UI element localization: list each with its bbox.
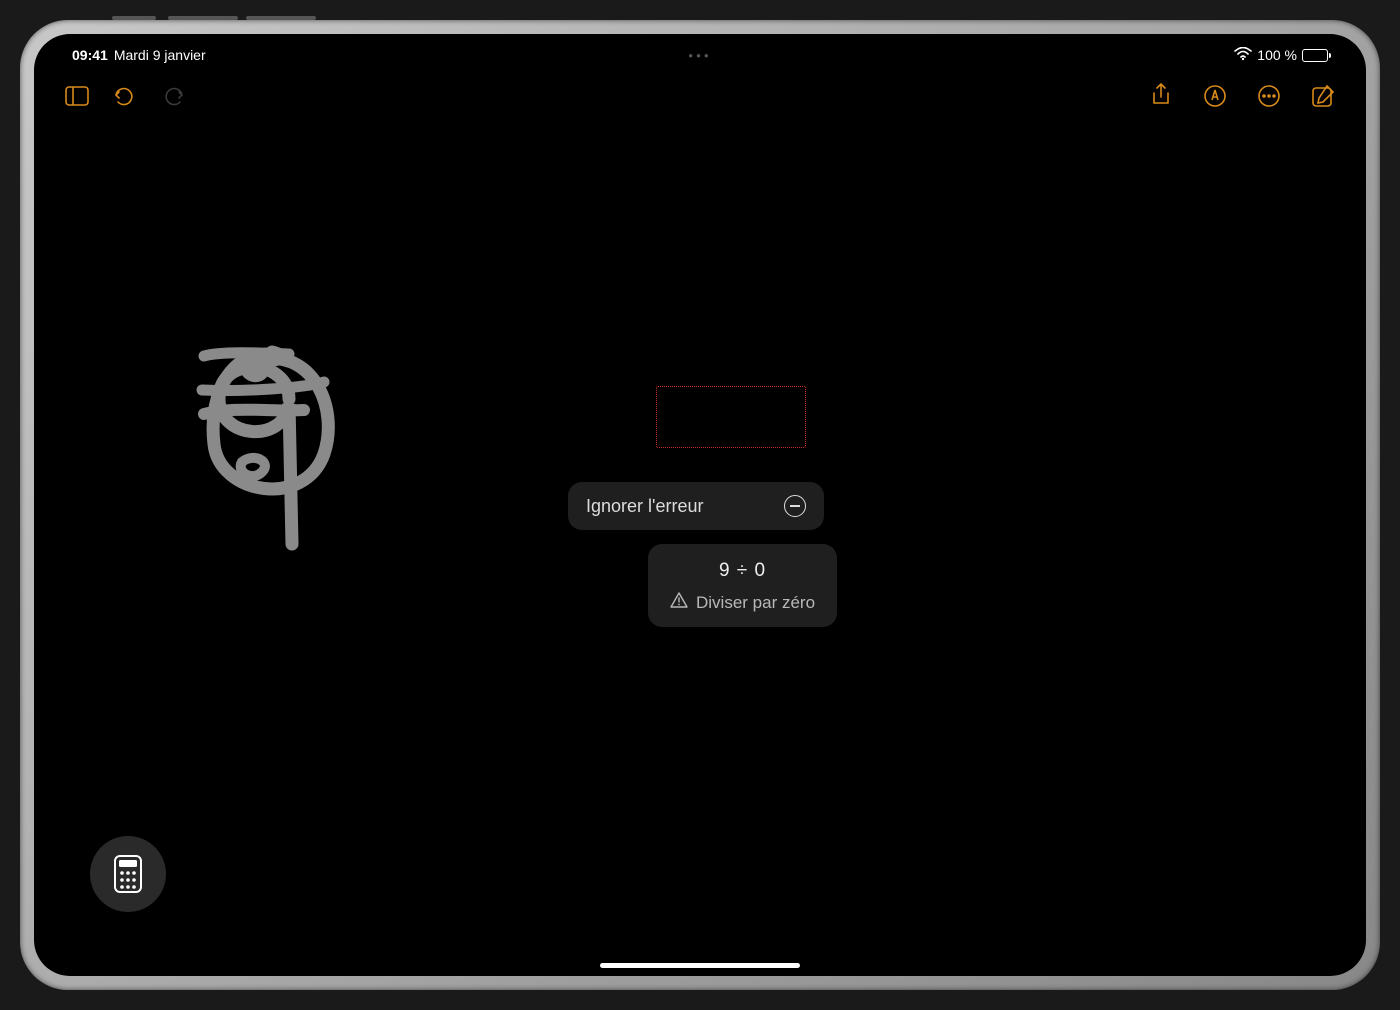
sidebar-toggle-icon[interactable]: [64, 83, 90, 109]
hw-power-button: [112, 16, 156, 20]
warning-icon: [670, 592, 688, 613]
more-icon[interactable]: [1256, 83, 1282, 109]
share-icon[interactable]: [1148, 83, 1174, 109]
undo-icon[interactable]: [112, 83, 138, 109]
dismiss-error-icon[interactable]: [784, 495, 806, 517]
wifi-icon: [1234, 47, 1252, 64]
calculator-icon: [114, 855, 142, 893]
compose-icon[interactable]: [1310, 83, 1336, 109]
status-time: 09:41: [72, 47, 108, 63]
toolbar: [34, 76, 1366, 116]
hw-volume-down: [246, 16, 316, 20]
calculator-button[interactable]: [90, 836, 166, 912]
error-expression: 9 ÷ 0: [719, 560, 766, 582]
screen: 09:41 Mardi 9 janvier ●●● 100 %: [34, 34, 1366, 976]
status-date: Mardi 9 janvier: [114, 47, 206, 63]
battery-percentage: 100 %: [1257, 47, 1297, 63]
note-canvas[interactable]: Ignorer l'erreur 9 ÷ 0 Diviser par zéro: [34, 124, 1366, 976]
home-indicator[interactable]: [600, 963, 800, 968]
ignore-error-label: Ignorer l'erreur: [586, 496, 703, 517]
battery-icon: [1302, 49, 1328, 62]
multitask-dots-icon[interactable]: ●●●: [688, 51, 712, 60]
ignore-error-popover[interactable]: Ignorer l'erreur: [568, 482, 824, 530]
markup-icon[interactable]: [1202, 83, 1228, 109]
error-highlight[interactable]: [656, 386, 806, 448]
error-message: Diviser par zéro: [696, 593, 815, 613]
status-right: 100 %: [1234, 47, 1328, 64]
hw-volume-up: [168, 16, 238, 20]
status-bar: 09:41 Mardi 9 janvier ●●● 100 %: [34, 44, 1366, 66]
error-detail-popover: 9 ÷ 0 Diviser par zéro: [648, 544, 837, 627]
redo-icon: [160, 83, 186, 109]
status-left: 09:41 Mardi 9 janvier: [72, 47, 206, 63]
ipad-frame: 09:41 Mardi 9 janvier ●●● 100 %: [20, 20, 1380, 990]
